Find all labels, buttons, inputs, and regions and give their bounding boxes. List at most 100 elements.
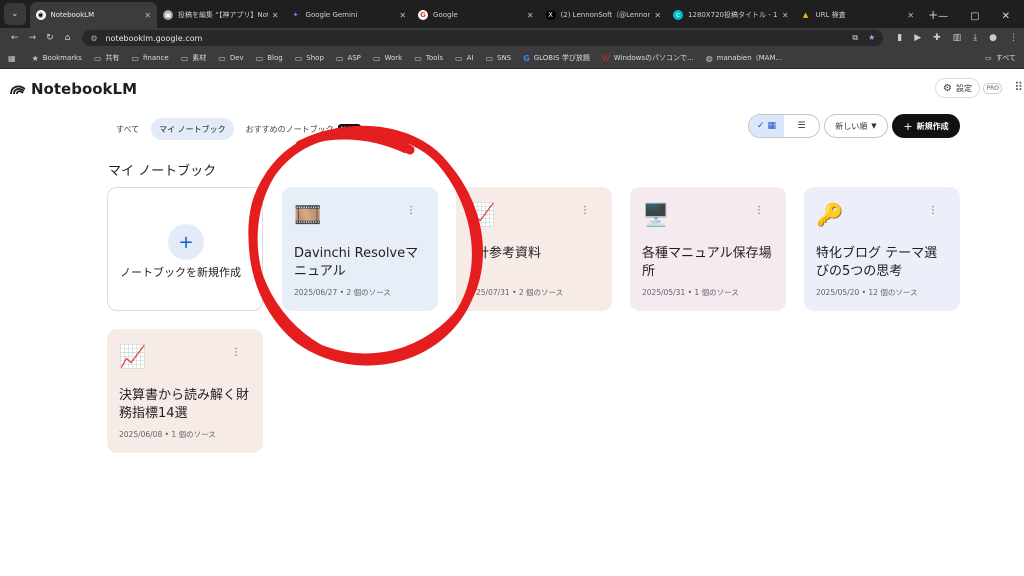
close-icon[interactable]: ✕	[654, 11, 661, 20]
section-title: マイ ノートブック	[108, 164, 217, 179]
bookmark-folder[interactable]: ▭ Blog	[256, 54, 283, 63]
bookmark-folder[interactable]: ▭ Shop	[295, 54, 324, 63]
folder-icon: ▭	[294, 53, 303, 63]
more-options-icon[interactable]: ⋮	[754, 205, 764, 216]
notebook-card[interactable]: 📈 ⋮ 決算書から読み解く財務指標14選 2025/06/08 • 1 個のソー…	[107, 329, 263, 453]
more-options-icon[interactable]: ⋮	[406, 205, 416, 216]
tab-search-console[interactable]: ▲ URL 検査 ✕	[795, 2, 921, 28]
close-icon[interactable]: ✕	[399, 11, 406, 20]
notebook-title: 各種マニュアル保存場所	[642, 246, 772, 279]
all-bookmarks[interactable]: ▭ すべて	[985, 53, 1016, 63]
app-logo[interactable]: NotebookLM	[10, 80, 137, 98]
bookmark-folder[interactable]: ▭ Work	[373, 54, 402, 63]
close-icon[interactable]: ✕	[907, 11, 914, 20]
notebook-title: 計参考資料	[476, 246, 542, 261]
bookmark-folder[interactable]: ▭ Dev	[218, 54, 243, 63]
address-bar[interactable]: ⚙ notebooklm.google.com ⧉ ★	[82, 30, 884, 46]
install-app-icon[interactable]: ⧉	[852, 33, 858, 43]
notebook-card[interactable]: 🖥️ ⋮ 各種マニュアル保存場所 2025/05/31 • 1 個のソース	[630, 187, 786, 311]
minimize-icon[interactable]: —	[938, 11, 948, 22]
folder-icon: ▭	[372, 53, 381, 63]
profile-icon[interactable]: ●	[989, 33, 997, 43]
notebook-card[interactable]: 🔑 ⋮ 特化ブログ テーマ選びの5つの思考 2025/05/20 • 12 個の…	[804, 187, 960, 311]
film-icon: 🎞️	[294, 203, 322, 228]
tab-notebooklm[interactable]: ◉ NotebookLM ✕	[29, 2, 158, 28]
back-icon[interactable]: ←	[6, 33, 24, 43]
bookmark-folder[interactable]: ▭ 素材	[181, 53, 207, 63]
menu-icon[interactable]: ⋮	[1009, 33, 1018, 43]
bookmark-folder[interactable]: ▭ finance	[131, 54, 168, 63]
wordpress-favicon: ▣	[163, 10, 174, 20]
notebook-card[interactable]: 🎞️ ⋮ Davinchi Resolveマニュアル 2025/06/27 • …	[282, 187, 438, 311]
chart-icon: 📈	[119, 345, 147, 370]
url-text: notebooklm.google.com	[105, 33, 203, 43]
tab-google[interactable]: G Google ✕	[412, 2, 540, 28]
search-console-favicon: ▲	[802, 11, 809, 19]
bookmark-star-icon[interactable]: ★	[868, 33, 875, 43]
plus-icon: +	[168, 224, 204, 260]
create-notebook-card[interactable]: + ノートブックを新規作成	[107, 187, 263, 311]
bookmark-folder[interactable]: ▭ ASP	[336, 54, 361, 63]
sort-dropdown[interactable]: 新しい順 ▼	[824, 114, 888, 138]
notebook-card[interactable]: 📈 ⋮ 計参考資料 25/07/31 • 2 個のソース	[456, 187, 612, 311]
tab-x[interactable]: X (2) LennonSoft（@Lennon_Sof ✕	[540, 2, 668, 28]
bookmark-item[interactable]: ★ Bookmarks	[32, 54, 82, 63]
browser-tab-strip: ⌄ ◉ NotebookLM ✕ ▣ 投稿を編集 “【神アプリ】Notebo ✕…	[0, 0, 1024, 28]
folder-icon: ▭	[218, 53, 226, 63]
bookmark-folder[interactable]: ▭ 共有	[94, 53, 120, 63]
sidepanel-icon[interactable]: ▥	[953, 33, 962, 43]
bookmark-item[interactable]: ◍ manabien（MAM...	[706, 53, 783, 63]
bookmark-folder[interactable]: ▭ SNS	[485, 54, 511, 63]
windows-icon: W	[601, 53, 610, 63]
grid-view-button[interactable]: ✓ ▦	[749, 115, 784, 137]
forward-icon[interactable]: →	[24, 33, 42, 43]
bookmark-folder[interactable]: ▭ AI	[455, 54, 473, 63]
tab-search-button[interactable]: ⌄	[4, 3, 26, 25]
notebook-meta: 2025/06/08 • 1 個のソース	[119, 430, 216, 439]
more-options-icon[interactable]: ⋮	[580, 205, 590, 216]
create-notebook-button[interactable]: + 新規作成	[892, 114, 960, 138]
list-view-button[interactable]: ☰	[784, 115, 819, 137]
extension-icon[interactable]: ▶	[914, 33, 921, 43]
new-badge: New!	[337, 123, 362, 135]
dropdown-arrow-icon: ▼	[871, 122, 877, 130]
close-window-icon[interactable]: ✕	[1002, 11, 1010, 22]
plus-icon: +	[903, 119, 913, 133]
bookmark-folder[interactable]: ▭ Tools	[414, 54, 443, 63]
more-options-icon[interactable]: ⋮	[928, 205, 938, 216]
bookmark-item[interactable]: G GLOBIS 学び放題	[523, 53, 590, 63]
extensions-puzzle-icon[interactable]: ✚	[933, 33, 941, 43]
close-icon[interactable]: ✕	[782, 11, 789, 20]
x-favicon: X	[545, 10, 556, 20]
home-icon[interactable]: ⌂	[59, 33, 77, 43]
tab-all[interactable]: すべて	[108, 118, 147, 140]
folder-icon: ▭	[255, 53, 264, 63]
tab-canva[interactable]: c 1280X720投稿タイトル - 1280 × ✕	[667, 2, 795, 28]
settings-button[interactable]: ⚙ 設定	[935, 78, 980, 98]
close-icon[interactable]: ✕	[272, 11, 279, 20]
close-icon[interactable]: ✕	[527, 11, 534, 20]
more-options-icon[interactable]: ⋮	[231, 347, 241, 358]
google-apps-icon[interactable]: ⠿	[1014, 80, 1023, 94]
site-info-icon[interactable]: ⚙	[90, 34, 97, 43]
reload-icon[interactable]: ↻	[41, 33, 59, 43]
tab-wordpress[interactable]: ▣ 投稿を編集 “【神アプリ】Notebo ✕	[157, 2, 285, 28]
maximize-icon[interactable]: ▢	[970, 11, 979, 22]
monitor-icon: 🖥️	[642, 203, 670, 228]
folder-icon: ▭	[180, 53, 189, 63]
bookmark-item[interactable]: W Windowsのパソコンで...	[602, 53, 694, 63]
notebook-meta: 2025/06/27 • 2 個のソース	[294, 288, 391, 297]
extension-icon[interactable]: ▮	[897, 33, 902, 43]
tab-featured[interactable]: おすすめのノートブック New!	[238, 118, 362, 140]
tab-gemini[interactable]: ✦ Google Gemini ✕	[285, 2, 413, 28]
pro-badge: PRO	[983, 83, 1002, 94]
download-icon[interactable]: ⤓	[973, 33, 977, 43]
tab-my-notebooks[interactable]: マイ ノートブック	[151, 118, 234, 140]
notebooklm-logo-icon	[10, 85, 26, 95]
notebooklm-favicon: ◉	[35, 10, 46, 20]
close-icon[interactable]: ✕	[144, 11, 151, 20]
apps-icon[interactable]: ▦	[8, 54, 20, 63]
new-tab-button[interactable]: +	[928, 8, 938, 22]
gear-icon: ⚙	[943, 82, 952, 94]
folder-icon: ▭	[131, 53, 139, 63]
